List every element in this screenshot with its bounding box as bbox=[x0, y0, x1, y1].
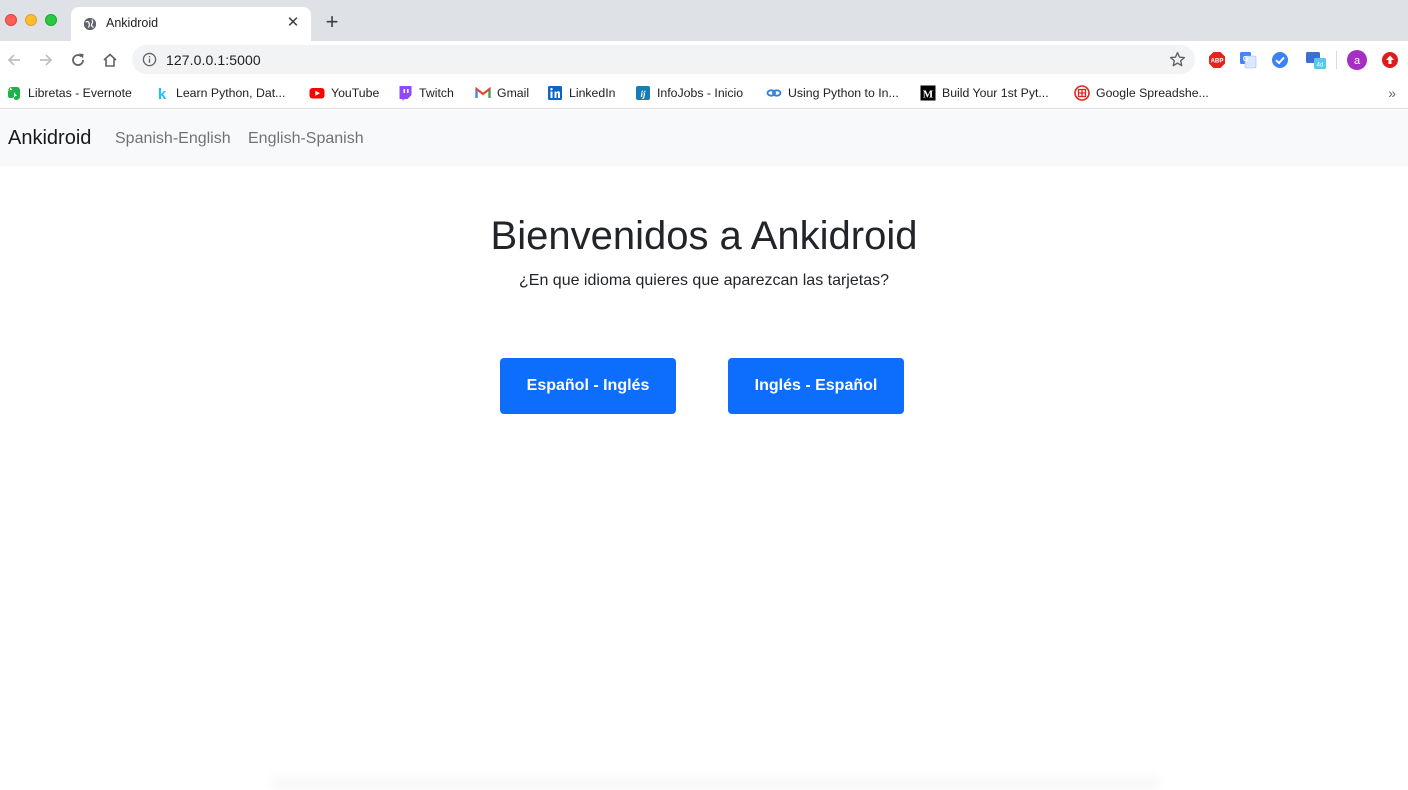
bookmark-item[interactable]: Gmail bbox=[475, 83, 529, 103]
browser-toolbar: 127.0.0.1:5000 ABP G 4d a bbox=[0, 41, 1408, 78]
adblock-plus-icon[interactable]: ABP bbox=[1207, 50, 1227, 70]
navbar-brand[interactable]: Ankidroid bbox=[8, 127, 91, 150]
globe-icon bbox=[83, 17, 97, 31]
bookmark-label: InfoJobs - Inicio bbox=[657, 86, 744, 100]
gmail-icon bbox=[475, 85, 491, 101]
svg-text:k: k bbox=[158, 86, 167, 101]
close-tab-icon[interactable]: ✕ bbox=[284, 14, 302, 32]
close-window-button[interactable] bbox=[5, 14, 17, 26]
bookmark-label: YouTube bbox=[331, 86, 380, 100]
nav-link-english-spanish[interactable]: English-Spanish bbox=[248, 130, 364, 148]
bookmark-label: Twitch bbox=[419, 86, 454, 100]
url-text[interactable]: 127.0.0.1:5000 bbox=[166, 52, 261, 68]
google-translate-icon[interactable]: G bbox=[1238, 50, 1258, 70]
home-icon bbox=[103, 53, 117, 67]
evernote-icon bbox=[6, 85, 22, 101]
info-icon[interactable] bbox=[142, 52, 157, 67]
bookmark-item[interactable]: ij InfoJobs - Inicio bbox=[635, 83, 743, 103]
spreadsheet-icon bbox=[1074, 85, 1090, 101]
todo-check-icon[interactable] bbox=[1270, 50, 1290, 70]
infojobs-icon: ij bbox=[635, 85, 651, 101]
bookmark-item[interactable]: M Build Your 1st Pyt... bbox=[920, 83, 1049, 103]
bookmark-item[interactable]: Google Spreadshe... bbox=[1074, 83, 1209, 103]
page-subtitle: ¿En que idioma quieres que aparezcan las… bbox=[519, 272, 889, 289]
nav-link-spanish-english[interactable]: Spanish-English bbox=[115, 130, 231, 148]
tab-title: Ankidroid bbox=[106, 16, 159, 30]
bookmark-item[interactable]: Libretas - Evernote bbox=[6, 83, 132, 103]
bookmark-label: Using Python to In... bbox=[788, 86, 899, 100]
english-spanish-button[interactable]: Inglés - Español bbox=[728, 358, 904, 414]
home-button[interactable] bbox=[98, 48, 122, 72]
ad-extension-icon[interactable]: 4d bbox=[1304, 50, 1328, 70]
bottom-shadow bbox=[270, 770, 1160, 790]
medium-icon: M bbox=[920, 85, 936, 101]
toolbar-divider bbox=[1336, 51, 1337, 69]
profile-avatar[interactable]: a bbox=[1347, 50, 1367, 70]
update-arrow-icon[interactable] bbox=[1380, 50, 1400, 70]
svg-text:G: G bbox=[1243, 56, 1249, 63]
bookmark-label: Build Your 1st Pyt... bbox=[942, 86, 1049, 100]
arrow-left-icon bbox=[7, 54, 20, 66]
bookmark-item[interactable]: LinkedIn bbox=[547, 83, 616, 103]
bookmark-label: Gmail bbox=[497, 86, 530, 100]
bookmark-label: Libretas - Evernote bbox=[28, 86, 132, 100]
svg-text:a: a bbox=[1354, 55, 1361, 67]
svg-text:ij: ij bbox=[640, 89, 646, 99]
reload-icon bbox=[72, 53, 84, 66]
bookmark-item[interactable]: Using Python to In... bbox=[766, 83, 899, 103]
bookmark-label: LinkedIn bbox=[569, 86, 616, 100]
bookmark-item[interactable]: YouTube bbox=[309, 83, 379, 103]
twitch-icon bbox=[397, 85, 413, 101]
bookmark-label: Google Spreadshe... bbox=[1096, 86, 1209, 100]
zoom-window-button[interactable] bbox=[45, 14, 57, 26]
bookmark-star-icon[interactable] bbox=[1169, 51, 1186, 68]
more-bookmarks-chevron-icon[interactable]: » bbox=[1388, 85, 1396, 101]
page-title: Bienvenidos a Ankidroid bbox=[490, 214, 918, 258]
svg-text:ABP: ABP bbox=[1210, 57, 1223, 64]
bookmarks-bar: Libretas - Evernote k Learn Python, Dat.… bbox=[0, 78, 1408, 109]
arrow-right-icon bbox=[40, 54, 53, 66]
forward-button[interactable] bbox=[34, 48, 58, 72]
link-icon bbox=[766, 85, 782, 101]
svg-text:4d: 4d bbox=[1317, 63, 1324, 69]
bookmark-item[interactable]: k Learn Python, Dat... bbox=[154, 83, 286, 103]
reload-button[interactable] bbox=[66, 48, 90, 72]
kaggle-icon: k bbox=[154, 85, 170, 101]
site-navbar: Ankidroid Spanish-English English-Spanis… bbox=[0, 110, 1408, 166]
bookmark-item[interactable]: Twitch bbox=[397, 83, 454, 103]
youtube-icon bbox=[309, 85, 325, 101]
browser-tabstrip: Ankidroid ✕ + bbox=[0, 0, 1408, 41]
svg-text:M: M bbox=[923, 89, 934, 101]
tab-ankidroid[interactable]: Ankidroid ✕ bbox=[71, 7, 311, 41]
address-bar[interactable]: 127.0.0.1:5000 bbox=[132, 45, 1195, 74]
back-button[interactable] bbox=[2, 48, 26, 72]
minimize-window-button[interactable] bbox=[25, 14, 37, 26]
new-tab-button[interactable]: + bbox=[320, 11, 344, 35]
bookmark-label: Learn Python, Dat... bbox=[176, 86, 286, 100]
spanish-english-button[interactable]: Español - Inglés bbox=[500, 358, 676, 414]
linkedin-icon bbox=[547, 85, 563, 101]
